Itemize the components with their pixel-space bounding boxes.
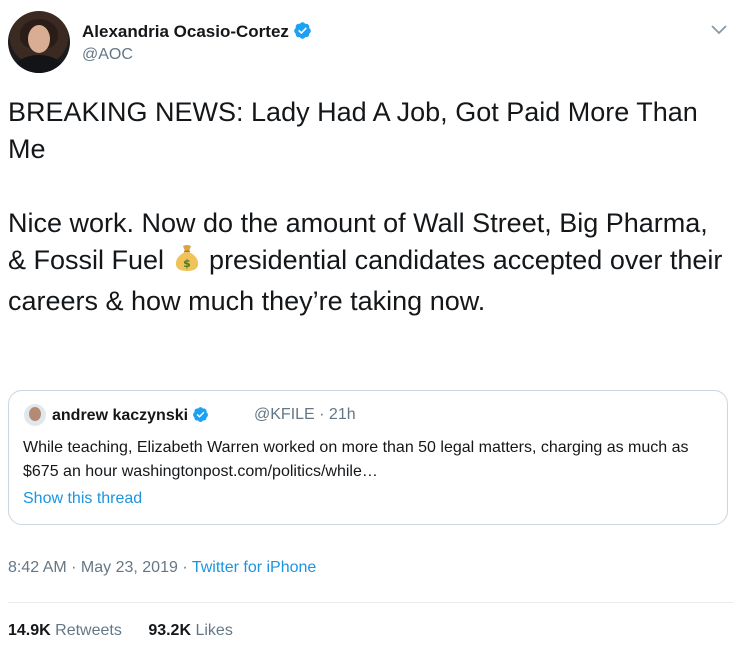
svg-text:$: $ bbox=[183, 257, 191, 270]
tweet-meta: 8:42 AM · May 23, 2019 · Twitter for iPh… bbox=[8, 559, 317, 576]
quoted-meta: @KFILE · 21h bbox=[254, 406, 356, 423]
tweet-text: BREAKING NEWS: Lady Had A Job, Got Paid … bbox=[8, 94, 733, 320]
author-name-text[interactable]: Alexandria Ocasio-Cortez bbox=[82, 22, 289, 41]
verified-badge-icon bbox=[192, 406, 209, 428]
quoted-text: While teaching, Elizabeth Warren worked … bbox=[23, 439, 689, 480]
quoted-author-name: andrew kaczynski bbox=[52, 406, 209, 428]
quoted-handle: @KFILE bbox=[254, 406, 315, 423]
quoted-author-avatar bbox=[24, 404, 46, 426]
chevron-down-icon[interactable] bbox=[708, 22, 730, 38]
quoted-tweet[interactable]: andrew kaczynski @KFILE · 21h While teac… bbox=[8, 390, 728, 525]
avatar-body bbox=[14, 55, 64, 73]
tweet-stats: 14.9K Retweets 93.2K Likes bbox=[8, 622, 255, 640]
money-bag-icon: $ bbox=[172, 243, 202, 283]
quoted-author-name-text: andrew kaczynski bbox=[52, 407, 189, 424]
likes-label: Likes bbox=[195, 622, 233, 639]
divider bbox=[8, 602, 733, 603]
tweet-date[interactable]: May 23, 2019 bbox=[81, 559, 178, 576]
author-avatar[interactable] bbox=[8, 11, 70, 73]
verified-badge-icon bbox=[293, 21, 312, 45]
author-name[interactable]: Alexandria Ocasio-Cortez bbox=[82, 21, 312, 45]
tweet-source-link[interactable]: Twitter for iPhone bbox=[192, 559, 317, 576]
tweet-text-line1: BREAKING NEWS: Lady Had A Job, Got Paid … bbox=[8, 97, 706, 164]
retweets-stat[interactable]: 14.9K Retweets bbox=[8, 622, 122, 639]
tweet-time[interactable]: 8:42 AM bbox=[8, 559, 67, 576]
likes-stat[interactable]: 93.2K Likes bbox=[148, 622, 233, 639]
quoted-time: 21h bbox=[328, 406, 356, 423]
avatar-face bbox=[28, 25, 50, 53]
likes-count: 93.2K bbox=[148, 622, 192, 639]
retweets-count: 14.9K bbox=[8, 622, 51, 639]
retweets-label: Retweets bbox=[55, 622, 122, 639]
show-thread-link[interactable]: Show this thread bbox=[23, 490, 142, 508]
author-handle[interactable]: @AOC bbox=[82, 46, 133, 64]
